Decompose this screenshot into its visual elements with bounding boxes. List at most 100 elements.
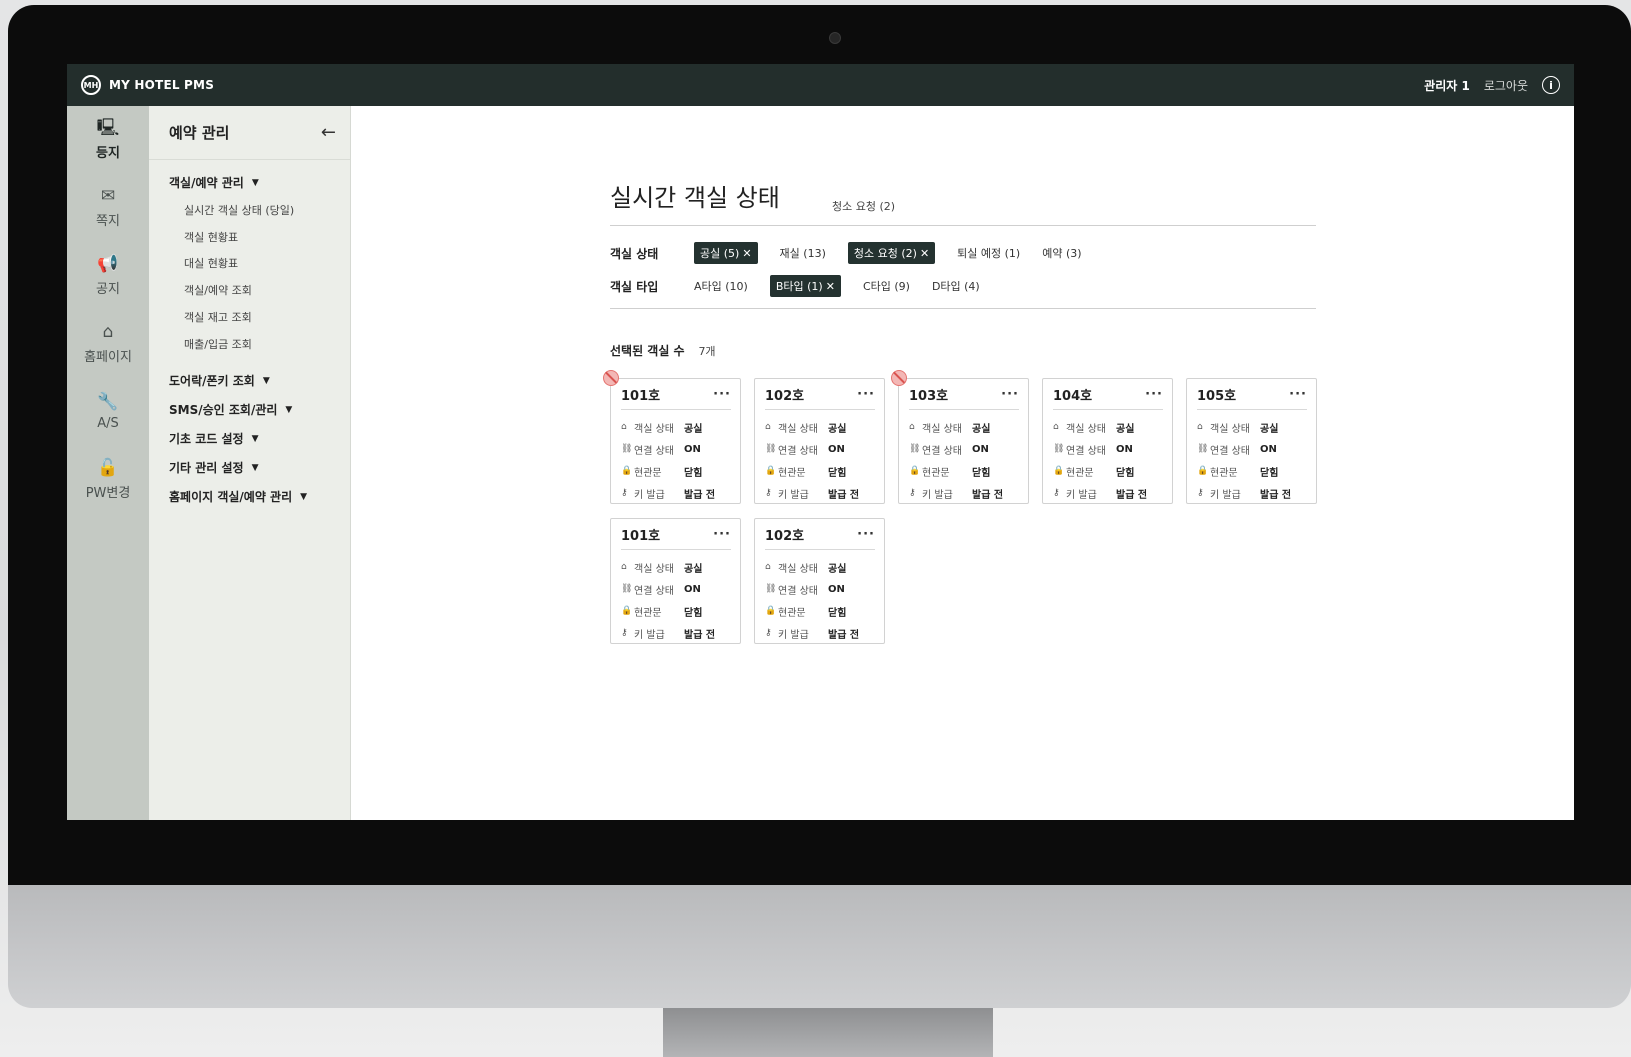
lock-icon: 🔓 (97, 458, 119, 478)
room-card[interactable]: 101호 ··· ⌂ 객실 상태 공실 ⛓ 연결 상태 ON 🔒 현관문 닫힘 ⚷ 키 발급 발급 전 (610, 518, 741, 644)
room-number: 103호 (909, 389, 949, 404)
more-options-icon[interactable]: ··· (1289, 387, 1307, 402)
lock-icon: 🔒 (765, 606, 777, 616)
room-card[interactable]: 105호 ··· ⌂ 객실 상태 공실 ⛓ 연결 상태 ON 🔒 현관문 닫힘 ⚷ 키 발급 발급 전 (1186, 378, 1317, 504)
rail-item-4[interactable]: 🔧 A/S (67, 378, 149, 446)
lock-icon: 🔒 (1053, 466, 1065, 476)
filter-chip-label: 재실 (13) (779, 247, 826, 260)
more-options-icon[interactable]: ··· (857, 387, 875, 402)
filter-chip[interactable]: D타입 (4) (932, 278, 980, 294)
room-card[interactable]: 104호 ··· ⌂ 객실 상태 공실 ⛓ 연결 상태 ON 🔒 현관문 닫힘 ⚷ 키 발급 발급 전 (1042, 378, 1173, 504)
room-card-header: 105호 ··· (1197, 385, 1307, 410)
menu-group-text: 기타 관리 설정 (169, 461, 244, 475)
app-title: MY HOTEL PMS (109, 78, 215, 92)
room-field-key: 연결 상태 (634, 585, 674, 597)
no-entry-icon (603, 370, 619, 386)
selected-count-value: 7개 (698, 345, 716, 358)
menu-group-room-reservation[interactable]: 객실/예약 관리 ▼ (149, 174, 259, 191)
room-field-value: ON (684, 443, 701, 455)
rail-item-label: 공지 (96, 282, 120, 297)
more-options-icon[interactable]: ··· (857, 527, 875, 542)
submenu-item[interactable]: 객실 재고 조회 (169, 309, 252, 325)
rail-item-1[interactable]: ✉ 쪽지 (67, 174, 149, 242)
camera-icon (829, 32, 841, 44)
submenu-item[interactable]: 매출/입금 조회 (169, 336, 252, 352)
rail-item-5[interactable]: 🔓 PW변경 (67, 446, 149, 514)
room-field-value: 발급 전 (972, 489, 1004, 501)
house-icon: ⌂ (1053, 422, 1059, 432)
more-options-icon[interactable]: ··· (713, 527, 731, 542)
submenu-item[interactable]: 실시간 객실 상태 (당일) (169, 202, 294, 218)
selected-count-label: 선택된 객실 수 (610, 344, 685, 358)
admin-name[interactable]: 관리자 1 (1424, 77, 1470, 94)
close-icon[interactable]: ✕ (826, 280, 835, 293)
menu-group[interactable]: 홈페이지 객실/예약 관리 ▼ (169, 488, 307, 505)
submenu-item[interactable]: 객실/예약 조회 (169, 282, 252, 298)
caret-down-icon: ▼ (251, 462, 259, 473)
filter-chip[interactable]: 예약 (3) (1042, 245, 1081, 261)
room-field-key: 객실 상태 (634, 563, 674, 575)
monitor-icon: 🖳 (96, 118, 120, 138)
rail-item-label: PW변경 (85, 486, 131, 501)
submenu-item[interactable]: 대실 현황표 (169, 255, 238, 271)
room-field-key: 연결 상태 (778, 585, 818, 597)
menu-group[interactable]: 도어락/폰키 조회 ▼ (169, 372, 270, 389)
room-field-row: 🔒 현관문 닫힘 (621, 460, 731, 482)
rail-item-0[interactable]: 🖳 등지 (67, 106, 149, 174)
info-icon[interactable]: i (1542, 76, 1560, 94)
filter-chip[interactable]: 퇴실 예정 (1) (957, 245, 1020, 261)
menu-group-text: 객실/예약 관리 (169, 176, 244, 190)
filter-chip-label: A타입 (10) (694, 280, 748, 293)
back-arrow-icon[interactable]: ← (321, 122, 336, 143)
room-field-row: ⌂ 객실 상태 공실 (765, 416, 875, 438)
logout-button[interactable]: 로그아웃 (1484, 77, 1528, 94)
rail-item-2[interactable]: 📢 공지 (67, 242, 149, 310)
status-chips: 공실 (5) ✕ 재실 (13) 청소 요청 (2) ✕ 퇴실 예정 (1) 예약 (3) (694, 242, 1104, 264)
divider (610, 225, 1316, 226)
top-bar: MH MY HOTEL PMS 관리자 1 로그아웃 i (67, 64, 1574, 106)
menu-group[interactable]: 기타 관리 설정 ▼ (169, 459, 259, 476)
room-field-key: 키 발급 (1066, 489, 1097, 501)
room-field-row: 🔒 현관문 닫힘 (621, 600, 731, 622)
room-field-key: 현관문 (634, 467, 662, 479)
room-card-header: 104호 ··· (1053, 385, 1163, 410)
rail-item-label: 쪽지 (96, 214, 120, 229)
house-icon: ⌂ (765, 422, 771, 432)
room-card-header: 102호 ··· (765, 525, 875, 550)
more-options-icon[interactable]: ··· (1001, 387, 1019, 402)
lock-icon: 🔒 (621, 466, 633, 476)
filter-chip-label: D타입 (4) (931, 280, 980, 293)
filter-chip[interactable]: B타입 (1) ✕ (769, 275, 841, 297)
room-card-header: 101호 ··· (621, 385, 731, 410)
room-field-value: 공실 (828, 563, 847, 575)
room-number: 104호 (1053, 389, 1093, 404)
filter-chip-label: 청소 요청 (2) (853, 247, 917, 260)
room-card[interactable]: 102호 ··· ⌂ 객실 상태 공실 ⛓ 연결 상태 ON 🔒 현관문 닫힘 ⚷ 키 발급 발급 전 (754, 518, 885, 644)
room-field-row: ⛓ 연결 상태 ON (765, 438, 875, 460)
monitor-chin (8, 885, 1631, 1008)
room-card[interactable]: 102호 ··· ⌂ 객실 상태 공실 ⛓ 연결 상태 ON 🔒 현관문 닫힘 ⚷ 키 발급 발급 전 (754, 378, 885, 504)
menu-group[interactable]: SMS/승인 조회/관리 ▼ (169, 401, 292, 418)
message-icon: ✉ (100, 186, 116, 206)
room-card[interactable]: 101호 ··· ⌂ 객실 상태 공실 ⛓ 연결 상태 ON 🔒 현관문 닫힘 ⚷ 키 발급 발급 전 (610, 378, 741, 504)
menu-group-label[interactable]: 객실/예약 관리 ▼ (169, 174, 259, 191)
submenu-item[interactable]: 객실 현황표 (169, 229, 238, 245)
type-filter-label: 객실 타입 (610, 279, 659, 294)
filter-chip[interactable]: 청소 요청 (2) ✕ (847, 242, 936, 264)
more-options-icon[interactable]: ··· (1145, 387, 1163, 402)
room-field-row: ⛓ 연결 상태 ON (1053, 438, 1163, 460)
menu-group-text: 홈페이지 객실/예약 관리 (169, 490, 293, 504)
filter-chip[interactable]: C타입 (9) (863, 278, 910, 294)
filter-chip[interactable]: A타입 (10) (694, 278, 748, 294)
close-icon[interactable]: ✕ (920, 247, 929, 260)
filter-chip[interactable]: 공실 (5) ✕ (694, 242, 758, 264)
rail-item-3[interactable]: ⌂ 홈페이지 (67, 310, 149, 378)
menu-group[interactable]: 기초 코드 설정 ▼ (169, 430, 259, 447)
close-icon[interactable]: ✕ (742, 247, 751, 260)
filter-chip[interactable]: 재실 (13) (780, 245, 826, 261)
room-field-value: 발급 전 (1116, 489, 1148, 501)
lock-icon: 🔒 (1197, 466, 1209, 476)
more-options-icon[interactable]: ··· (713, 387, 731, 402)
room-card[interactable]: 103호 ··· ⌂ 객실 상태 공실 ⛓ 연결 상태 ON 🔒 현관문 닫힘 ⚷ 키 발급 발급 전 (898, 378, 1029, 504)
house-icon: ⌂ (765, 562, 771, 572)
